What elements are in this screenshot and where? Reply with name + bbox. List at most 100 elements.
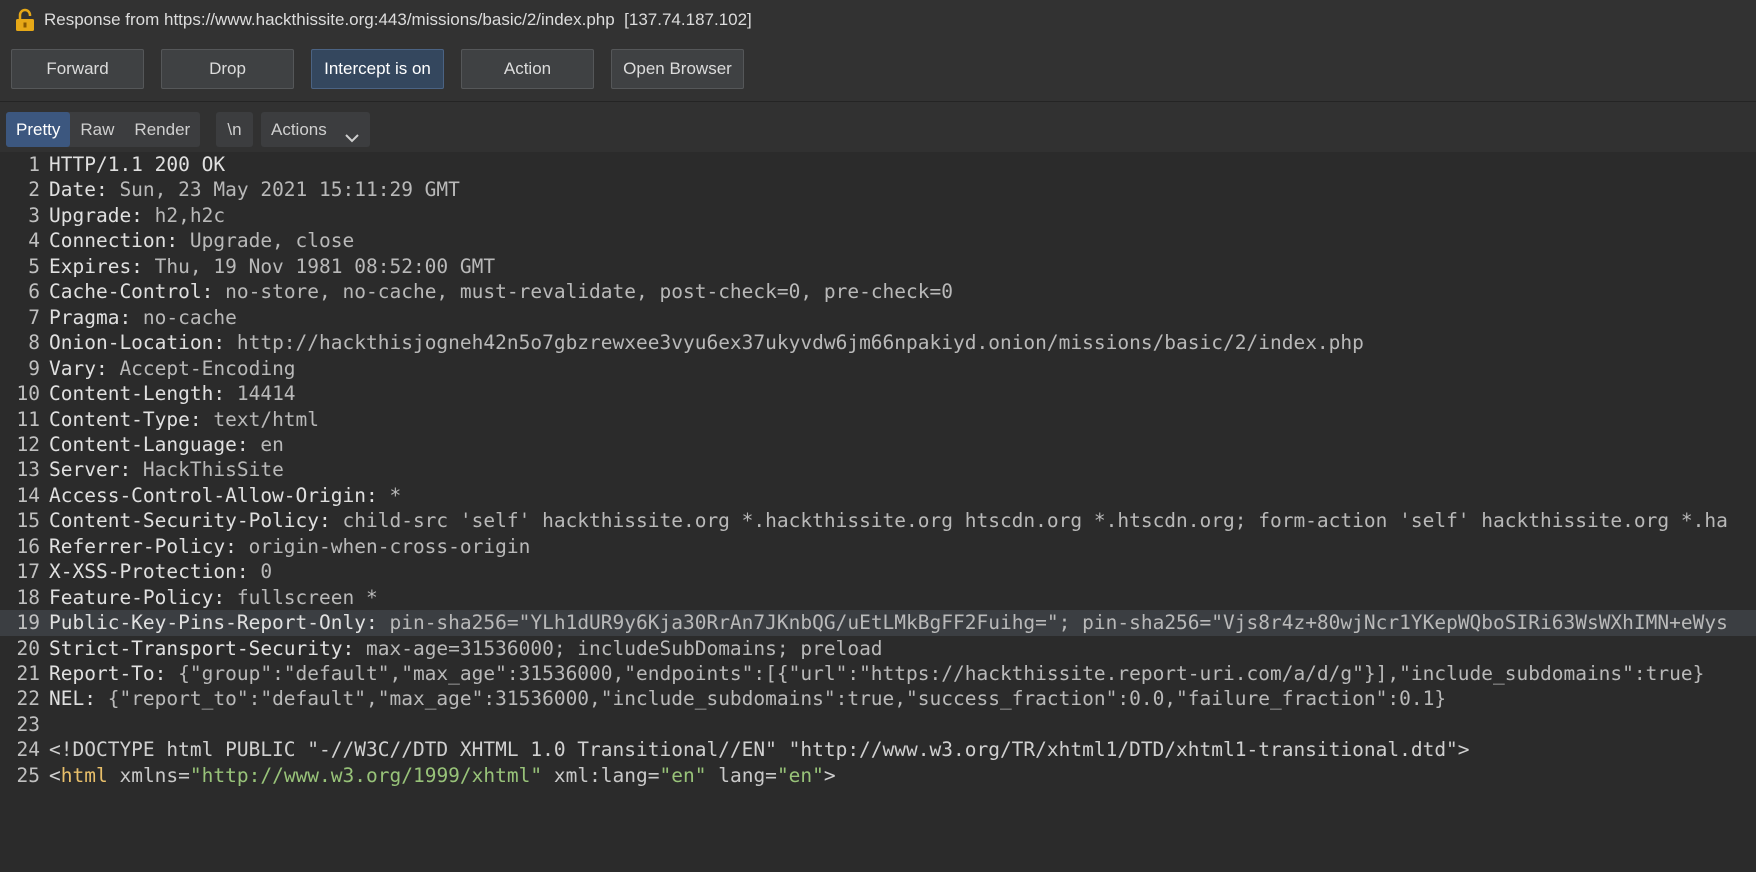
show-newlines-button[interactable]: \n <box>216 112 253 147</box>
code-line[interactable]: 6 Cache-Control: no-store, no-cache, must… <box>0 279 1756 304</box>
line-content: Vary: Accept-Encoding <box>49 356 296 381</box>
line-content: Strict-Transport-Security: max-age=31536… <box>49 636 883 661</box>
code-line[interactable]: 12 Content-Language: en <box>0 432 1756 457</box>
code-token: Cache-Control: <box>49 280 214 304</box>
line-content: Date: Sun, 23 May 2021 15:11:29 GMT <box>49 177 460 202</box>
code-token: child-src 'self' hackthissite.org *.hack… <box>330 509 1728 533</box>
code-token: Public-Key-Pins-Report-Only: <box>49 611 378 635</box>
line-number: 1 <box>28 153 40 176</box>
tab-raw[interactable]: Raw <box>70 112 124 147</box>
code-line[interactable]: 20 Strict-Transport-Security: max-age=315… <box>0 636 1756 661</box>
code-line[interactable]: 21 Report-To: {"group":"default","max_age… <box>0 661 1756 686</box>
code-token: Content-Length: <box>49 382 226 406</box>
code-line[interactable]: 3 Upgrade: h2,h2c <box>0 203 1756 228</box>
code-token: origin-when-cross-origin <box>236 534 531 558</box>
code-token: Accept-Encoding <box>107 356 296 380</box>
code-line[interactable]: 23 <box>0 712 1756 737</box>
code-token: lang= <box>706 763 777 787</box>
code-line[interactable]: 16 Referrer-Policy: origin-when-cross-ori… <box>0 534 1756 559</box>
code-token: http://hackthisjogneh42n5o7gbzrewxee3vyu… <box>225 331 1364 355</box>
code-token: xmlns= <box>107 763 190 787</box>
line-content: Access-Control-Allow-Origin: * <box>49 483 401 508</box>
code-line[interactable]: 13 Server: HackThisSite <box>0 457 1756 482</box>
code-token: xml:lang= <box>542 763 660 787</box>
actions-menu-button[interactable]: Actions <box>261 112 370 147</box>
open-browser-button[interactable]: Open Browser <box>611 49 744 89</box>
code-token: Strict-Transport-Security: <box>49 636 355 660</box>
code-line[interactable]: 22 NEL: {"report_to":"default","max_age":… <box>0 686 1756 711</box>
code-line[interactable]: 17 X-XSS-Protection: 0 <box>0 559 1756 584</box>
tab-pretty[interactable]: Pretty <box>6 112 71 147</box>
code-line[interactable]: 11 Content-Type: text/html <box>0 407 1756 432</box>
code-line[interactable]: 5 Expires: Thu, 19 Nov 1981 08:52:00 GMT <box>0 254 1756 279</box>
line-number: 4 <box>28 229 40 253</box>
code-line[interactable]: 9 Vary: Accept-Encoding <box>0 356 1756 381</box>
code-token: Report-To: <box>49 662 167 685</box>
code-token: "en" <box>776 763 824 787</box>
line-number: 23 <box>16 712 40 736</box>
line-number: 11 <box>16 407 40 431</box>
code-token: > <box>823 763 836 787</box>
code-line[interactable]: 2 Date: Sun, 23 May 2021 15:11:29 GMT <box>0 177 1756 202</box>
drop-button[interactable]: Drop <box>161 49 294 89</box>
line-number: 2 <box>28 178 40 202</box>
code-token: Feature-Policy: <box>49 585 226 609</box>
code-token: Onion-Location: <box>49 331 226 355</box>
line-content: Upgrade: h2,h2c <box>49 203 225 228</box>
line-content: Pragma: no-cache <box>49 305 237 330</box>
code-token: Thu, 19 Nov 1981 08:52:00 GMT <box>142 254 496 278</box>
code-token: NEL: <box>49 687 96 711</box>
code-token: max-age=31536000; includeSubDomains; pre… <box>354 636 883 660</box>
code-token: Content-Security-Policy: <box>49 509 331 533</box>
code-token: HTTP/1.1 200 OK <box>49 153 226 176</box>
line-content: Cache-Control: no-store, no-cache, must-… <box>49 279 953 304</box>
code-token: Content-Language: <box>49 432 249 456</box>
code-line[interactable]: 4 Connection: Upgrade, close <box>0 228 1756 253</box>
line-number: 5 <box>28 254 40 278</box>
line-number: 20 <box>16 636 40 660</box>
code-token: Pragma: <box>49 305 132 329</box>
code-line[interactable]: 1 HTTP/1.1 200 OK <box>0 152 1756 177</box>
line-content: Connection: Upgrade, close <box>49 228 354 253</box>
view-mode-tabs: Pretty Raw Render <box>6 112 201 147</box>
code-token: fullscreen * <box>225 585 378 609</box>
forward-button[interactable]: Forward <box>11 49 144 89</box>
line-number: 3 <box>28 203 40 227</box>
code-token: 14414 <box>225 382 296 406</box>
response-editor[interactable]: 1 HTTP/1.1 200 OK 2 Date: Sun, 23 May 2021 … <box>0 152 1756 872</box>
line-content: X-XSS-Protection: 0 <box>49 559 272 584</box>
code-token: Access-Control-Allow-Origin: <box>49 483 378 507</box>
code-line[interactable]: 25 <html xmlns="http://www.w3.org/1999/xh… <box>0 763 1756 788</box>
code-line[interactable]: 19 Public-Key-Pins-Report-Only: pin-sha25… <box>0 610 1756 636</box>
line-content: NEL: {"report_to":"default","max_age":31… <box>49 686 1446 711</box>
line-content: Server: HackThisSite <box>49 457 284 482</box>
code-line[interactable]: 18 Feature-Policy: fullscreen * <box>0 585 1756 610</box>
code-token: pin-sha256="YLh1dUR9y6Kja30RrAn7JKnbQG/u… <box>377 611 1728 635</box>
line-number: 17 <box>16 560 40 584</box>
code-token: Expires: <box>49 254 143 278</box>
code-line[interactable]: 14 Access-Control-Allow-Origin: * <box>0 483 1756 508</box>
code-line[interactable]: 15 Content-Security-Policy: child-src 'se… <box>0 508 1756 533</box>
code-token: no-store, no-cache, must-revalidate, pos… <box>213 280 953 304</box>
code-line[interactable]: 7 Pragma: no-cache <box>0 305 1756 330</box>
code-token: Vary: <box>49 356 108 380</box>
code-token: Date: <box>49 178 108 202</box>
message-view-bar: Pretty Raw Render \n Actions <box>0 102 1756 152</box>
line-number: 12 <box>16 432 40 456</box>
actions-menu-label: Actions <box>271 120 327 139</box>
code-token: HackThisSite <box>131 458 284 482</box>
tab-render[interactable]: Render <box>124 112 200 147</box>
line-number: 16 <box>16 534 40 558</box>
code-token: Server: <box>49 458 132 482</box>
intercept-toggle-button[interactable]: Intercept is on <box>311 49 444 89</box>
code-line[interactable]: 10 Content-Length: 14414 <box>0 381 1756 406</box>
line-number: 21 <box>16 662 40 685</box>
code-line[interactable]: 24 <!DOCTYPE html PUBLIC "-//W3C//DTD XHT… <box>0 737 1756 762</box>
action-button[interactable]: Action <box>461 49 594 89</box>
line-number: 14 <box>16 483 40 507</box>
code-token: html <box>60 763 108 787</box>
code-token: Upgrade, close <box>178 229 355 253</box>
intercept-toolbar: Forward Drop Intercept is on Action Open… <box>0 40 1756 102</box>
code-line[interactable]: 8 Onion-Location: http://hackthisjogneh42… <box>0 330 1756 355</box>
code-token: < <box>49 763 61 787</box>
